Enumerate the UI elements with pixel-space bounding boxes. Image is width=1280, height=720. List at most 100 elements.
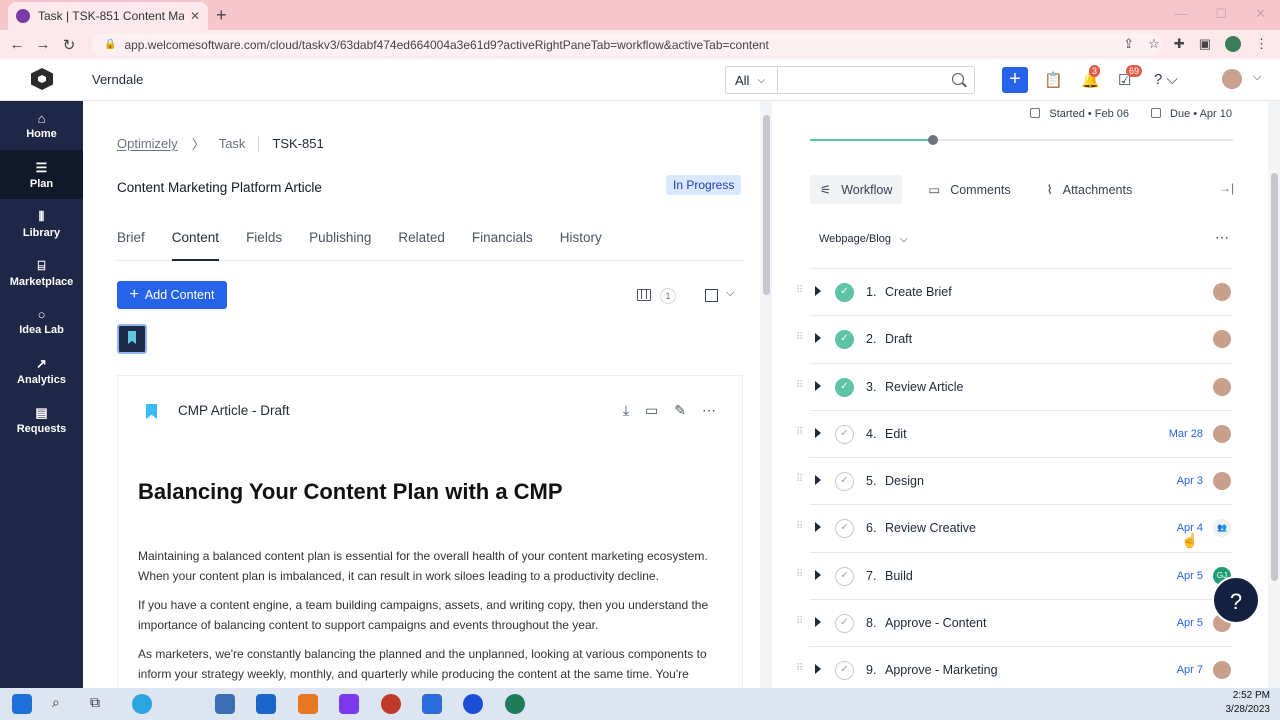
user-avatar[interactable] (1222, 69, 1242, 89)
step-name[interactable]: Create Brief (885, 285, 952, 299)
comment-icon[interactable]: ▭ (645, 402, 658, 419)
check-icon[interactable]: ✓ (835, 283, 854, 302)
create-button[interactable]: + (1002, 67, 1028, 93)
breadcrumb-link-optimizely[interactable]: Optimizely (117, 136, 178, 151)
step-name[interactable]: Design (885, 474, 924, 488)
menu-icon[interactable]: ⋮ (1255, 36, 1268, 52)
tab-related[interactable]: Related (398, 230, 445, 261)
workflow-step-row[interactable]: ⠿ ✓ 1. Create Brief (796, 269, 1233, 317)
more-icon[interactable]: ⋯ (1215, 229, 1230, 246)
tab-attachments[interactable]: ⌇ Attachments (1037, 175, 1143, 204)
share-icon[interactable]: ⇪ (1123, 36, 1134, 52)
assignee-avatar[interactable] (1213, 424, 1231, 443)
tasks-app-icon[interactable] (422, 694, 442, 714)
tab-publishing[interactable]: Publishing (309, 230, 371, 261)
chrome-icon[interactable] (298, 694, 318, 714)
status-badge[interactable]: In Progress (666, 175, 742, 195)
expand-caret-icon[interactable] (815, 617, 821, 628)
tab-workflow[interactable]: ⚟ Workflow (810, 175, 903, 204)
search-icon[interactable] (952, 73, 964, 85)
cortana-icon[interactable] (132, 694, 152, 714)
nav-item-analytics[interactable]: ↗ Analytics (0, 346, 83, 395)
expand-caret-icon[interactable] (815, 333, 821, 344)
assignee-avatar[interactable]: 👥 (1213, 519, 1231, 538)
step-due-date[interactable]: Apr 7 (1177, 664, 1203, 676)
check-icon[interactable]: ✓ (835, 472, 854, 492)
tab-history[interactable]: History (560, 230, 602, 261)
step-name[interactable]: Edit (885, 427, 907, 441)
help-fab-button[interactable]: ? (1212, 576, 1260, 624)
help-icon[interactable]: ? ⌵ (1154, 71, 1178, 88)
check-icon[interactable]: ✓ (835, 519, 854, 539)
workflow-step-row[interactable]: ⠿ ✓ 8. Approve - Content Apr 5 (796, 600, 1233, 648)
workflow-step-row[interactable]: ⠿ ✓ 5. Design Apr 3 (796, 458, 1233, 506)
library-view-icon[interactable] (637, 289, 651, 301)
step-name[interactable]: Build (885, 569, 913, 583)
assignee-avatar[interactable] (1213, 661, 1231, 680)
nav-item-plan[interactable]: ☰ Plan (0, 150, 83, 199)
tab-comments[interactable]: ▭ Comments (918, 175, 1020, 204)
step-name[interactable]: Review Article (885, 380, 964, 394)
start-date[interactable]: Started • Feb 06 (1030, 108, 1129, 120)
zoom-icon[interactable] (463, 694, 483, 714)
outlook-icon[interactable] (256, 694, 276, 714)
check-icon[interactable]: ✓ (835, 614, 854, 634)
chevron-down-icon[interactable]: ⌵ (1253, 71, 1261, 84)
app-logo-icon[interactable] (31, 68, 53, 90)
assignee-avatar[interactable] (1213, 283, 1231, 301)
main-scrollbar[interactable] (760, 101, 772, 688)
step-due-date[interactable]: Apr 5 (1177, 570, 1203, 582)
workflow-step-row[interactable]: ⠿ ✓ 7. Build Apr 5 GJ (796, 553, 1233, 601)
expand-caret-icon[interactable] (815, 664, 821, 675)
tab-brief[interactable]: Brief (117, 230, 145, 261)
step-name[interactable]: Draft (885, 332, 912, 346)
expand-caret-icon[interactable] (815, 475, 821, 486)
due-date[interactable]: Due • Apr 10 (1151, 108, 1232, 120)
search-scope-select[interactable]: All ⌵ (725, 66, 777, 94)
step-due-date[interactable]: Apr 5 (1177, 617, 1203, 629)
step-due-date[interactable]: Apr 3 (1177, 475, 1203, 487)
profile-avatar-icon[interactable] (1225, 36, 1241, 52)
scrollbar-thumb[interactable] (763, 115, 770, 295)
forward-icon[interactable]: → (30, 36, 56, 53)
tasks-icon[interactable]: ☑ 69 (1118, 65, 1143, 89)
workflow-step-row[interactable]: ⠿ ✓ 6. Review Creative Apr 4 👥 (796, 505, 1233, 553)
nav-item-idea-lab[interactable]: ○ Idea Lab (0, 297, 83, 346)
nav-item-requests[interactable]: ▤ Requests (0, 395, 83, 444)
assignee-avatar[interactable] (1213, 377, 1231, 396)
maximize-icon[interactable]: ☐ (1215, 6, 1227, 22)
download-icon[interactable]: ⤓ (623, 402, 629, 419)
onenote-icon[interactable] (339, 694, 359, 714)
back-icon[interactable]: ← (4, 36, 30, 53)
new-tab-icon[interactable]: + (216, 5, 227, 26)
drag-handle-icon[interactable]: ⠿ (796, 474, 803, 485)
reload-icon[interactable]: ↻ (56, 36, 82, 54)
nav-item-library[interactable]: ⫴ Library (0, 199, 83, 248)
drag-handle-icon[interactable]: ⠿ (796, 569, 803, 580)
edit-icon[interactable]: ✎ (674, 402, 686, 419)
chevron-down-icon[interactable]: ⌵ (726, 287, 734, 300)
workflow-step-row[interactable]: ⠿ ✓ 3. Review Article (796, 364, 1233, 411)
close-window-icon[interactable]: ✕ (1255, 6, 1266, 22)
expand-caret-icon[interactable] (815, 522, 821, 533)
drag-handle-icon[interactable]: ⠿ (796, 663, 803, 674)
workflow-type-dropdown[interactable]: Webpage/Blog ⌵ (819, 233, 908, 245)
collapse-pane-icon[interactable]: →| (1219, 181, 1234, 195)
minimize-icon[interactable]: — (1174, 6, 1187, 22)
tab-fields[interactable]: Fields (246, 230, 282, 261)
expand-caret-icon[interactable] (815, 427, 821, 438)
check-icon[interactable]: ✓ (835, 377, 854, 397)
browser-icon[interactable] (381, 694, 401, 714)
drag-handle-icon[interactable]: ⠿ (796, 427, 803, 438)
drag-handle-icon[interactable]: ⠿ (796, 521, 803, 532)
expand-caret-icon[interactable] (815, 286, 821, 296)
url-field[interactable]: 🔒 app.welcomesoftware.com/cloud/taskv3/6… (92, 33, 1162, 56)
assignee-avatar[interactable] (1213, 472, 1231, 491)
content-card-title[interactable]: CMP Article - Draft (178, 403, 290, 418)
right-scrollbar[interactable] (1268, 101, 1280, 688)
drag-handle-icon[interactable]: ⠿ (796, 616, 803, 627)
clipboard-icon[interactable]: 📋 (1044, 71, 1063, 89)
nav-item-marketplace[interactable]: ⌸ Marketplace (0, 248, 83, 297)
app-icon[interactable] (215, 694, 235, 714)
assignee-avatar[interactable] (1213, 330, 1231, 349)
